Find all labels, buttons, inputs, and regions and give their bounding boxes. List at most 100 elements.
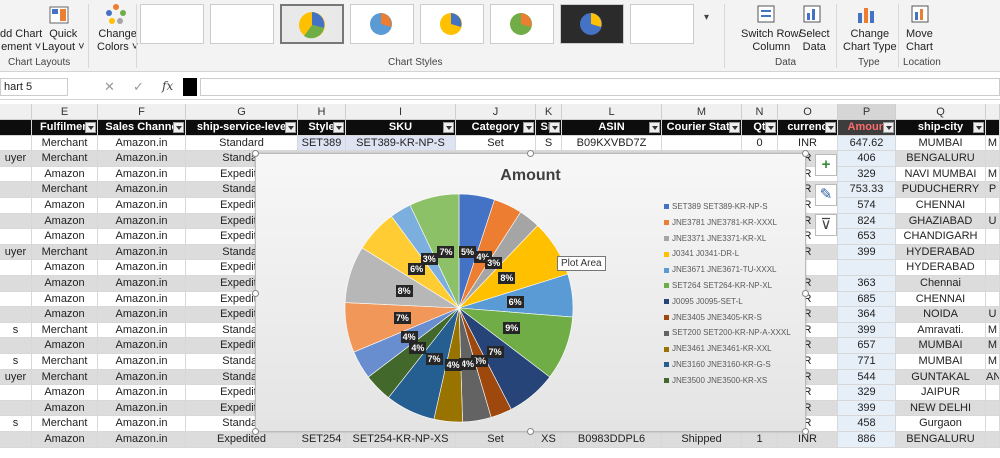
table-cell[interactable]: BENGALURU xyxy=(896,432,986,448)
table-cell[interactable]: Merchant xyxy=(32,135,98,152)
filter-dropdown-icon[interactable] xyxy=(825,122,836,133)
table-cell[interactable]: B09KXVBD7Z xyxy=(562,135,662,152)
column-header[interactable]: H xyxy=(298,104,346,120)
table-header-cell[interactable]: ship-service-leve xyxy=(186,120,298,136)
table-cell[interactable]: Amazon.in xyxy=(98,291,186,308)
table-cell[interactable]: GUNTAKAL xyxy=(896,369,986,386)
table-cell[interactable]: Amazon.in xyxy=(98,198,186,214)
table-cell[interactable] xyxy=(0,198,32,214)
table-cell[interactable]: 458 xyxy=(838,416,896,432)
table-cell[interactable]: SET254-KR-NP-XS xyxy=(346,432,456,448)
column-header[interactable] xyxy=(986,104,1000,120)
table-cell[interactable]: Amazon.in xyxy=(98,322,186,339)
table-cell[interactable] xyxy=(986,151,1000,167)
table-cell[interactable]: Amazon xyxy=(32,400,98,417)
table-cell[interactable]: 399 xyxy=(838,244,896,261)
resize-handle-br[interactable] xyxy=(802,428,809,435)
table-cell[interactable]: 886 xyxy=(838,432,896,448)
table-cell[interactable] xyxy=(986,400,1000,417)
table-cell[interactable]: Amravati. xyxy=(896,322,986,339)
resize-handle-tl[interactable] xyxy=(252,150,259,157)
data-label[interactable]: 7% xyxy=(393,311,411,324)
cancel-icon[interactable]: ✕ xyxy=(104,79,115,95)
chart-styles-more-icon[interactable]: ▾ xyxy=(704,12,709,23)
select-data-button[interactable]: Select Data xyxy=(799,28,830,54)
quick-layout-button[interactable]: Quick Layout ˅ xyxy=(42,28,85,54)
table-header-cell[interactable]: SKU xyxy=(346,120,456,136)
table-cell[interactable]: 399 xyxy=(838,322,896,339)
table-cell[interactable]: s xyxy=(0,354,32,370)
resize-handle-tc[interactable] xyxy=(527,150,534,157)
table-cell[interactable]: MUMBAI xyxy=(896,338,986,354)
table-cell[interactable]: Amazon xyxy=(32,166,98,183)
filter-dropdown-icon[interactable] xyxy=(173,122,184,133)
table-cell[interactable]: Amazon.in xyxy=(98,416,186,432)
table-cell[interactable]: Amazon.in xyxy=(98,369,186,386)
filter-dropdown-icon[interactable] xyxy=(443,122,454,133)
table-header-cell[interactable] xyxy=(986,120,1000,136)
pie-chart-object[interactable]: Amount 5% 4% 3% 8% 6% 9% 7% 3% 4% 4% 7% 4% 4% 7% 8% 6% 3… xyxy=(252,150,809,435)
legend-entry[interactable]: J0341 J0341-DR-L xyxy=(664,249,739,258)
table-cell[interactable]: 653 xyxy=(838,229,896,245)
table-header-cell[interactable]: ship-city xyxy=(896,120,986,136)
table-cell[interactable]: Merchant xyxy=(32,151,98,167)
table-cell[interactable] xyxy=(0,338,32,354)
change-chart-type-button[interactable]: Change Chart Type xyxy=(843,28,897,54)
table-cell[interactable]: Amazon.in xyxy=(98,182,186,198)
table-cell[interactable]: Set xyxy=(456,135,536,152)
table-header-cell[interactable]: currenc xyxy=(778,120,838,136)
table-header-cell[interactable]: Fulfilmen xyxy=(32,120,98,136)
table-cell[interactable] xyxy=(986,416,1000,432)
table-cell[interactable]: Merchant xyxy=(32,244,98,261)
resize-handle-tr[interactable] xyxy=(802,150,809,157)
table-cell[interactable]: s xyxy=(0,322,32,339)
chart-style-thumbnail-4[interactable] xyxy=(350,4,414,44)
table-cell[interactable]: 0 xyxy=(742,135,778,152)
table-cell[interactable]: Amazon.in xyxy=(98,244,186,261)
table-cell[interactable]: S xyxy=(536,135,562,152)
move-chart-button[interactable]: Move Chart xyxy=(906,28,933,54)
resize-handle-bc[interactable] xyxy=(527,428,534,435)
table-cell[interactable] xyxy=(662,135,742,152)
column-header[interactable]: G xyxy=(186,104,298,120)
chart-styles-brush-icon[interactable]: ✎ xyxy=(815,184,837,206)
pie-plot-area[interactable] xyxy=(256,154,807,433)
table-cell[interactable]: MUMBAI xyxy=(896,354,986,370)
table-cell[interactable]: Set xyxy=(456,432,536,448)
table-cell[interactable] xyxy=(0,213,32,230)
legend-entry[interactable]: J0095 J0095-SET-L xyxy=(664,297,743,306)
table-cell[interactable]: 771 xyxy=(838,354,896,370)
table-cell[interactable]: uyer xyxy=(0,244,32,261)
table-cell[interactable]: NAVI MUMBAI xyxy=(896,166,986,183)
table-cell[interactable]: 399 xyxy=(838,400,896,417)
data-label[interactable]: 7% xyxy=(425,353,443,366)
resize-handle-ml[interactable] xyxy=(252,290,259,297)
table-cell[interactable]: SET254 xyxy=(298,432,346,448)
table-cell[interactable]: Amazon xyxy=(32,385,98,401)
table-cell[interactable]: Amazon.in xyxy=(98,166,186,183)
table-cell[interactable]: 544 xyxy=(838,369,896,386)
table-cell[interactable]: Merchant xyxy=(32,354,98,370)
table-header-cell[interactable]: Amoun xyxy=(838,120,896,136)
table-cell[interactable]: 363 xyxy=(838,276,896,292)
table-cell[interactable]: s xyxy=(0,416,32,432)
table-cell[interactable]: SET389-KR-NP-S xyxy=(346,135,456,152)
table-cell[interactable]: Amazon xyxy=(32,260,98,276)
table-cell[interactable]: INR xyxy=(778,432,838,448)
table-cell[interactable] xyxy=(838,260,896,276)
table-cell[interactable] xyxy=(0,276,32,292)
table-cell[interactable]: Merchant xyxy=(32,369,98,386)
chart-style-thumbnail-8[interactable] xyxy=(630,4,694,44)
change-colors-button[interactable]: Change Colors ˅ xyxy=(97,28,138,54)
chart-style-thumbnail-7[interactable] xyxy=(560,4,624,44)
table-cell[interactable] xyxy=(0,182,32,198)
legend-entry[interactable]: JNE3160 JNE3160-KR-G-S xyxy=(664,360,771,369)
table-cell[interactable]: Amazon.in xyxy=(98,276,186,292)
data-label[interactable]: 8% xyxy=(498,271,516,284)
table-cell[interactable]: PUDUCHERRY xyxy=(896,182,986,198)
table-header-cell[interactable]: Courier Statu xyxy=(662,120,742,136)
table-cell[interactable]: Amazon.in xyxy=(98,338,186,354)
table-header-cell[interactable]: Category xyxy=(456,120,536,136)
table-cell[interactable]: Amazon.in xyxy=(98,260,186,276)
table-cell[interactable] xyxy=(986,385,1000,401)
